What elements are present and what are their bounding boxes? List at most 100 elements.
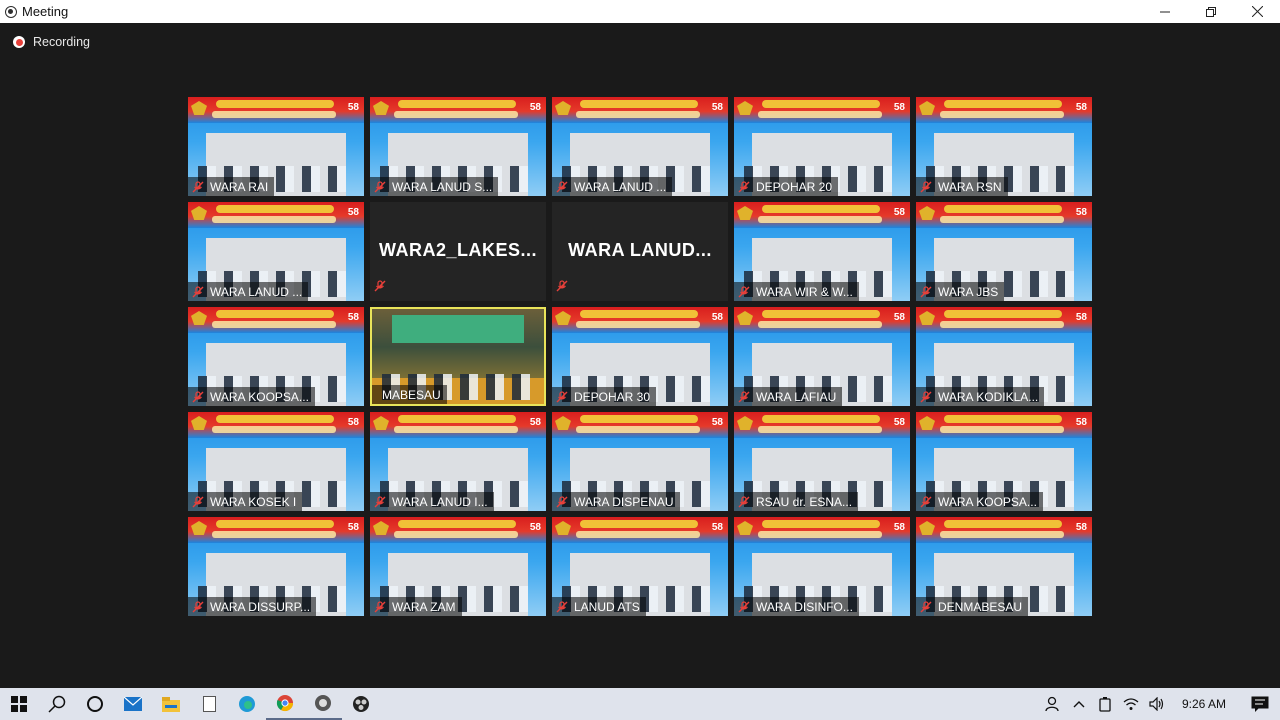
taskbar: 9:26 AM (0, 688, 1280, 720)
banner-title-graphic (216, 100, 334, 108)
participant-tile[interactable]: 58 WARA KODIKLA... (916, 307, 1092, 406)
file-explorer-icon[interactable] (152, 688, 190, 720)
event-banner (916, 307, 1092, 333)
muted-mic-icon (556, 495, 568, 507)
notifications-icon[interactable] (1240, 696, 1280, 712)
obs-icon[interactable] (342, 688, 380, 720)
participant-label: WARA LANUD I... (370, 492, 494, 511)
banner-subtitle-graphic (758, 111, 882, 118)
participant-tile[interactable]: 58 WARA RAI (188, 97, 364, 196)
banner-title-graphic (762, 205, 880, 213)
anniversary-badge: 58 (1075, 417, 1087, 428)
recording-indicator[interactable]: Recording (13, 35, 90, 49)
volume-icon[interactable] (1144, 697, 1170, 711)
participant-tile[interactable]: 58 WARA JBS (916, 202, 1092, 301)
chrome-icon[interactable] (266, 688, 304, 720)
banner-subtitle-graphic (758, 216, 882, 223)
muted-mic-icon (374, 280, 386, 292)
banner-title-graphic (398, 520, 516, 528)
banner-title-graphic (580, 100, 698, 108)
participant-tile[interactable]: 58 DEPOHAR 30 (552, 307, 728, 406)
event-banner (734, 97, 910, 123)
participant-name: WARA DISINFO... (756, 599, 853, 614)
banner-subtitle-graphic (212, 111, 336, 118)
mail-icon[interactable] (114, 688, 152, 720)
banner-subtitle-graphic (758, 426, 882, 433)
system-tray: 9:26 AM (1040, 688, 1280, 720)
participant-name: WARA WIR & W... (756, 284, 853, 299)
participant-tile[interactable]: 58 DENMABESAU (916, 517, 1092, 616)
participant-tile[interactable]: MABESAU (370, 307, 546, 406)
participant-label: LANUD ATS (552, 597, 646, 616)
muted-mic-icon (192, 495, 204, 507)
participant-tile[interactable]: 58 WARA LAFIAU (734, 307, 910, 406)
meeting-taskbar-icon[interactable] (304, 688, 342, 720)
participant-label: DEPOHAR 20 (734, 177, 839, 196)
people-icon[interactable] (1040, 696, 1066, 712)
muted-mic-icon (374, 600, 386, 612)
banner-subtitle-graphic (394, 531, 518, 538)
participant-tile[interactable]: WARA LANUD... (552, 202, 728, 301)
participant-tile[interactable]: 58 WARA KOOPSA... (188, 307, 364, 406)
clock[interactable]: 9:26 AM (1182, 697, 1226, 711)
minimize-icon (1160, 11, 1170, 12)
participant-tile[interactable]: 58 WARA ZAM (370, 517, 546, 616)
participant-label: WARA JBS (916, 282, 1005, 301)
participant-label: WARA RSN (916, 177, 1008, 196)
close-button[interactable] (1234, 0, 1280, 23)
anniversary-badge: 58 (893, 102, 905, 113)
participant-name-large: WARA LANUD... (568, 240, 712, 260)
anniversary-badge: 58 (347, 102, 359, 113)
muted-mic-icon (374, 495, 386, 507)
muted-mic-icon (738, 495, 750, 507)
anniversary-badge: 58 (347, 207, 359, 218)
participant-label: DENMABESAU (916, 597, 1029, 616)
anniversary-badge: 58 (347, 312, 359, 323)
muted-mic-icon (738, 390, 750, 402)
participant-tile[interactable]: 58 WARA LANUD ... (552, 97, 728, 196)
participant-tile[interactable]: 58 WARA LANUD ... (188, 202, 364, 301)
minimize-button[interactable] (1142, 0, 1188, 23)
participant-tile[interactable]: 58 WARA DISINFO... (734, 517, 910, 616)
participant-tile[interactable]: 58 WARA LANUD S... (370, 97, 546, 196)
participant-tile[interactable]: 58 WARA DISPENAU (552, 412, 728, 511)
event-banner (370, 517, 546, 543)
participant-tile[interactable]: 58 WARA KOOPSA... (916, 412, 1092, 511)
start-icon[interactable] (0, 688, 38, 720)
participant-name: WARA RAI (210, 179, 269, 194)
participant-name: RSAU dr. ESNA... (756, 494, 853, 509)
battery-icon[interactable] (1092, 696, 1118, 712)
participant-tile[interactable]: 58 WARA WIR & W... (734, 202, 910, 301)
notepad-icon[interactable] (190, 688, 228, 720)
cortana-icon[interactable] (76, 688, 114, 720)
participant-tile[interactable]: 58 RSAU dr. ESNA... (734, 412, 910, 511)
participant-tile[interactable]: WARA2_LAKES... (370, 202, 546, 301)
search-icon[interactable] (38, 688, 76, 720)
meeting-app-icon (5, 5, 17, 18)
participant-tile[interactable]: 58 WARA DISSURP... (188, 517, 364, 616)
participant-label: MABESAU (372, 385, 447, 404)
participant-name: WARA RSN (938, 179, 1002, 194)
banner-subtitle-graphic (212, 426, 336, 433)
banner-subtitle-graphic (394, 111, 518, 118)
participant-label: WARA LANUD S... (370, 177, 499, 196)
restore-button[interactable] (1188, 0, 1234, 23)
anniversary-badge: 58 (529, 102, 541, 113)
participant-tile[interactable]: 58 WARA KOSEK I (188, 412, 364, 511)
participant-tile[interactable]: 58 DEPOHAR 20 (734, 97, 910, 196)
anniversary-badge: 58 (893, 312, 905, 323)
event-banner (734, 412, 910, 438)
chevron-up-icon[interactable] (1066, 700, 1092, 708)
participant-tile[interactable]: 58 WARA RSN (916, 97, 1092, 196)
banner-title-graphic (762, 310, 880, 318)
banner-title-graphic (216, 520, 334, 528)
participant-tile[interactable]: 58 WARA LANUD I... (370, 412, 546, 511)
banner-title-graphic (944, 520, 1062, 528)
participant-tile[interactable]: 58 LANUD ATS (552, 517, 728, 616)
muted-mic-icon (738, 180, 750, 192)
edge-icon[interactable] (228, 688, 266, 720)
event-banner (188, 97, 364, 123)
participant-label: WARA LAFIAU (734, 387, 843, 406)
wifi-icon[interactable] (1118, 697, 1144, 711)
participant-label: WARA KOOPSA... (188, 387, 315, 406)
